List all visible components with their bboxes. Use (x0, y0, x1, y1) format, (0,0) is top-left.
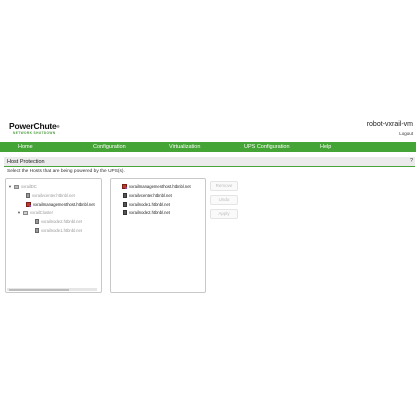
nav-configuration[interactable]: Configuration (93, 144, 126, 150)
brand-subtitle: NETWORK SHUTDOWN (13, 131, 56, 135)
tree-node-label: vxrailnode1.htbnbl.net (41, 228, 82, 233)
tree-node-label: vxrailvcenter.htbnbl.net (32, 193, 75, 198)
tree-node-cluster[interactable]: ▼ vxrailCluster (17, 210, 53, 215)
host-icon (123, 202, 127, 207)
host-icon (26, 193, 30, 198)
nav-home[interactable]: Home (18, 144, 33, 150)
page-title: Host Protection (7, 158, 45, 165)
help-icon[interactable]: ? (410, 158, 413, 164)
list-item-label: vxrailnode2.htbnbl.net (129, 210, 170, 215)
cluster-icon (23, 210, 28, 215)
vm-icon (122, 184, 127, 189)
section-header: Host Protection ? (4, 157, 415, 167)
list-item-label: vxrailvcenter.htbnbl.net (129, 193, 172, 198)
datacenter-icon (14, 184, 19, 189)
undo-button[interactable]: Undo (210, 195, 238, 205)
apply-button[interactable]: Apply (210, 209, 238, 219)
tree-node-host[interactable]: vxrailvcenter.htbnbl.net (26, 193, 75, 198)
list-item[interactable]: vxrailnode1.htbnbl.net (123, 202, 170, 207)
tree-node-vm[interactable]: vxrailmanagementhost.htbnbl.net (26, 202, 95, 207)
tree-node-host[interactable]: vxrailnode2.htbnbl.net (35, 219, 82, 224)
instruction-text: Select the Hosts that are being powered … (7, 169, 125, 174)
tree-node-label: vxrailCluster (30, 210, 54, 215)
list-item[interactable]: vxrailmanagementhost.htbnbl.net (122, 184, 191, 189)
list-item[interactable]: vxrailnode2.htbnbl.net (123, 210, 170, 215)
tree-node-host[interactable]: vxrailnode1.htbnbl.net (35, 228, 82, 233)
brand-name: PowerChute (9, 121, 57, 131)
list-item[interactable]: vxrailvcenter.htbnbl.net (123, 193, 172, 198)
vm-icon (26, 202, 31, 207)
main-nav: Home Configuration Virtualization UPS Co… (0, 142, 416, 152)
tree-node-label: vxrailDC (21, 184, 37, 189)
available-hosts-tree[interactable]: ▼ vxrailDC vxrailvcenter.htbnbl.net vxra… (5, 178, 102, 293)
nav-virtualization[interactable]: Virtualization (169, 144, 200, 150)
app-header (0, 118, 416, 142)
tree-node-datacenter[interactable]: ▼ vxrailDC (8, 184, 37, 189)
host-icon (123, 210, 127, 215)
remove-button[interactable]: Remove (210, 181, 238, 191)
horizontal-scrollbar[interactable] (7, 288, 97, 291)
host-icon (35, 228, 39, 233)
powerchute-logo: PowerChute® NETWORK SHUTDOWN (9, 121, 60, 136)
list-item-label: vxrailmanagementhost.htbnbl.net (129, 184, 191, 189)
scrollbar-thumb[interactable] (9, 288, 69, 291)
list-item-label: vxrailnode1.htbnbl.net (129, 202, 170, 207)
hostname-label: robot-vxrail-vm (366, 121, 413, 128)
nav-ups-configuration[interactable]: UPS Configuration (244, 144, 290, 150)
tree-node-label: vxrailnode2.htbnbl.net (41, 219, 82, 224)
trademark: ® (56, 124, 60, 129)
host-icon (123, 193, 127, 198)
nav-help[interactable]: Help (320, 144, 331, 150)
host-icon (35, 219, 39, 224)
logout-link[interactable]: Logout (399, 131, 413, 136)
tree-node-label: vxrailmanagementhost.htbnbl.net (33, 202, 95, 207)
selected-hosts-list[interactable]: vxrailmanagementhost.htbnbl.net vxrailvc… (110, 178, 206, 293)
